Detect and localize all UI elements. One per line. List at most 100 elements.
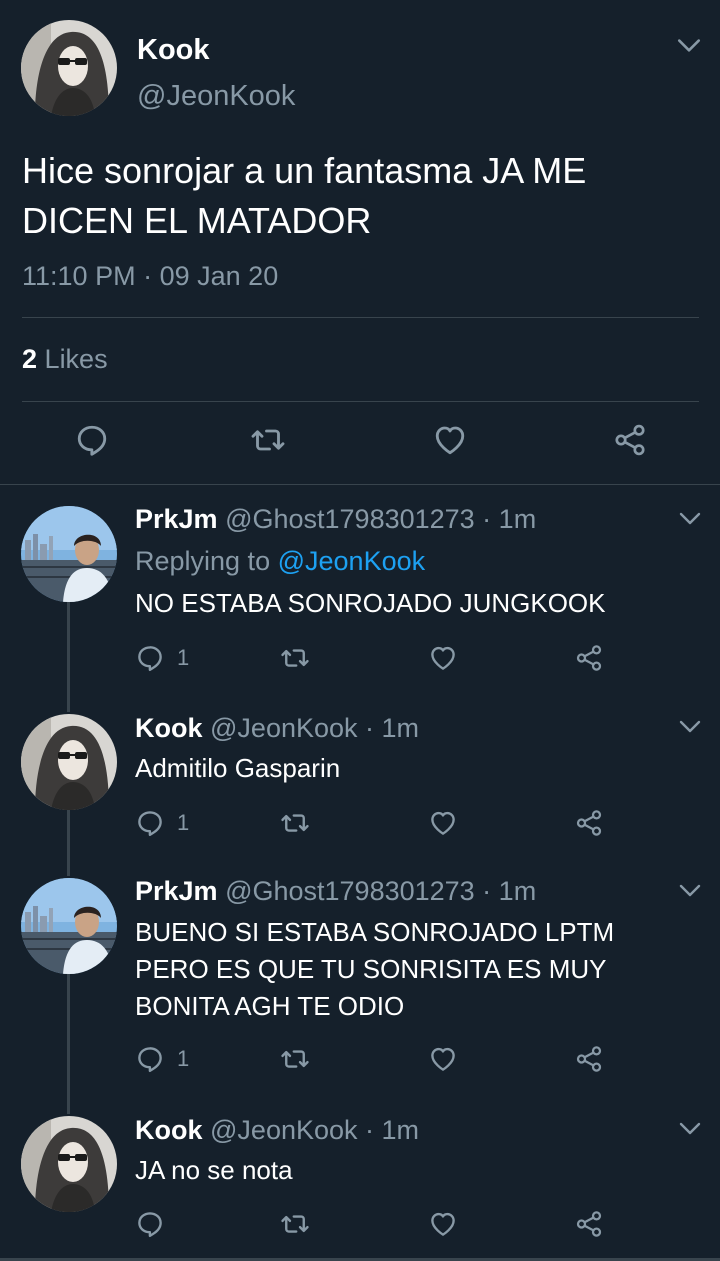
avatar[interactable] bbox=[21, 714, 117, 810]
reply-icon bbox=[135, 808, 165, 838]
reply-icon bbox=[135, 643, 165, 673]
reply-count: 1 bbox=[177, 810, 190, 835]
author-meta: @JeonKook · 1m bbox=[210, 1115, 420, 1145]
like-icon bbox=[428, 1044, 458, 1074]
likes-label: Likes bbox=[44, 344, 108, 374]
share-button[interactable] bbox=[574, 808, 604, 838]
reply-text: Admitilo Gasparin bbox=[135, 750, 695, 787]
like-button[interactable] bbox=[428, 1044, 458, 1074]
reply-count: 1 bbox=[177, 1046, 190, 1071]
reply-text: JA no se nota bbox=[135, 1152, 695, 1189]
thread-line bbox=[67, 972, 70, 1114]
replying-handle-link[interactable]: @JeonKook bbox=[278, 546, 426, 576]
retweet-button[interactable] bbox=[280, 643, 310, 673]
avatar[interactable] bbox=[21, 878, 117, 974]
chevron-down-icon[interactable] bbox=[676, 36, 702, 56]
reply-icon bbox=[135, 1044, 165, 1074]
share-button[interactable] bbox=[574, 1209, 604, 1239]
share-icon bbox=[574, 643, 604, 673]
reply-header: Kook @JeonKook · 1m bbox=[135, 713, 419, 744]
divider bbox=[22, 317, 699, 318]
author-name[interactable]: Kook bbox=[137, 34, 210, 67]
share-button[interactable] bbox=[612, 422, 648, 458]
reply-button[interactable] bbox=[74, 422, 110, 458]
tweet-detail-page: Kook @JeonKook Hice sonrojar a un fantas… bbox=[0, 0, 720, 1261]
avatar-image bbox=[21, 506, 117, 602]
reply-text-line: BONITA AGH TE ODIO bbox=[135, 991, 405, 1021]
retweet-button[interactable] bbox=[280, 1209, 310, 1239]
reply-button[interactable]: 1 bbox=[135, 1044, 189, 1074]
author-name[interactable]: Kook bbox=[135, 1115, 203, 1145]
like-icon bbox=[428, 808, 458, 838]
like-button[interactable] bbox=[428, 1209, 458, 1239]
chevron-down-icon[interactable] bbox=[678, 1120, 702, 1138]
thread-line bbox=[67, 808, 70, 876]
like-icon bbox=[428, 1209, 458, 1239]
share-icon bbox=[574, 808, 604, 838]
reply-text: NO ESTABA SONROJADO JUNGKOOK bbox=[135, 585, 695, 622]
avatar[interactable] bbox=[21, 506, 117, 602]
author-name[interactable]: PrkJm bbox=[135, 504, 218, 534]
divider bbox=[0, 484, 720, 485]
tweet-date: 09 Jan 20 bbox=[159, 261, 279, 291]
chevron-down-icon[interactable] bbox=[678, 882, 702, 900]
retweet-button[interactable] bbox=[280, 808, 310, 838]
retweet-icon bbox=[280, 1209, 310, 1239]
reply-button[interactable]: 1 bbox=[135, 643, 189, 673]
like-icon bbox=[428, 643, 458, 673]
divider bbox=[22, 401, 699, 402]
retweet-icon bbox=[280, 643, 310, 673]
share-icon bbox=[574, 1209, 604, 1239]
reply-text: BUENO SI ESTABA SONROJADO LPTM PERO ES Q… bbox=[135, 914, 695, 1025]
reply-header: Kook @JeonKook · 1m bbox=[135, 1115, 419, 1146]
likes-stat[interactable]: 2 Likes bbox=[22, 344, 108, 375]
like-button[interactable] bbox=[428, 808, 458, 838]
chevron-down-icon[interactable] bbox=[678, 718, 702, 736]
thread-line bbox=[67, 600, 70, 712]
author-meta: @Ghost1798301273 · 1m bbox=[225, 504, 537, 534]
author-meta: @Ghost1798301273 · 1m bbox=[225, 876, 537, 906]
replying-to: Replying to @JeonKook bbox=[135, 546, 425, 577]
replying-label: Replying to bbox=[135, 546, 271, 576]
retweet-icon bbox=[250, 422, 286, 458]
reply-text-line: JA no se nota bbox=[135, 1155, 293, 1185]
share-icon bbox=[612, 422, 648, 458]
tweet-text-line: DICEN EL MATADOR bbox=[22, 200, 372, 241]
reply-button[interactable] bbox=[135, 1209, 165, 1239]
reply-text-line: Admitilo Gasparin bbox=[135, 753, 341, 783]
retweet-button[interactable] bbox=[280, 1044, 310, 1074]
main-tweet: Kook @JeonKook Hice sonrojar a un fantas… bbox=[0, 0, 720, 485]
retweet-icon bbox=[280, 1044, 310, 1074]
reply-text-line: NO ESTABA SONROJADO JUNGKOOK bbox=[135, 588, 606, 618]
chevron-down-icon[interactable] bbox=[678, 510, 702, 528]
avatar-image bbox=[21, 20, 117, 116]
likes-count: 2 bbox=[22, 344, 38, 374]
avatar-image bbox=[21, 714, 117, 810]
reply-text-line: BUENO SI ESTABA SONROJADO LPTM bbox=[135, 917, 615, 947]
reply-header: PrkJm @Ghost1798301273 · 1m bbox=[135, 504, 536, 535]
tweet-text: Hice sonrojar a un fantasma JA ME DICEN … bbox=[22, 146, 712, 246]
author-handle[interactable]: @JeonKook bbox=[137, 80, 295, 113]
retweet-button[interactable] bbox=[250, 422, 286, 458]
like-button[interactable] bbox=[428, 643, 458, 673]
like-button[interactable] bbox=[432, 422, 468, 458]
reply-text-line: PERO ES QUE TU SONRISITA ES MUY bbox=[135, 954, 607, 984]
like-icon bbox=[432, 422, 468, 458]
share-button[interactable] bbox=[574, 1044, 604, 1074]
tweet-time: 11:10 PM bbox=[22, 261, 136, 291]
author-name[interactable]: PrkJm bbox=[135, 876, 218, 906]
avatar-image bbox=[21, 878, 117, 974]
reply-button[interactable]: 1 bbox=[135, 808, 189, 838]
share-button[interactable] bbox=[574, 643, 604, 673]
author-meta: @JeonKook · 1m bbox=[210, 713, 420, 743]
avatar[interactable] bbox=[21, 1116, 117, 1212]
retweet-icon bbox=[280, 808, 310, 838]
avatar-image bbox=[21, 1116, 117, 1212]
reply-count: 1 bbox=[177, 645, 190, 670]
avatar[interactable] bbox=[21, 20, 117, 116]
tweet-text-line: Hice sonrojar a un fantasma JA ME bbox=[22, 150, 587, 191]
author-name[interactable]: Kook bbox=[135, 713, 203, 743]
separator-dot: · bbox=[143, 261, 153, 291]
tweet-timestamp: 11:10 PM · 09 Jan 20 bbox=[22, 261, 278, 292]
reply-header: PrkJm @Ghost1798301273 · 1m bbox=[135, 876, 536, 907]
